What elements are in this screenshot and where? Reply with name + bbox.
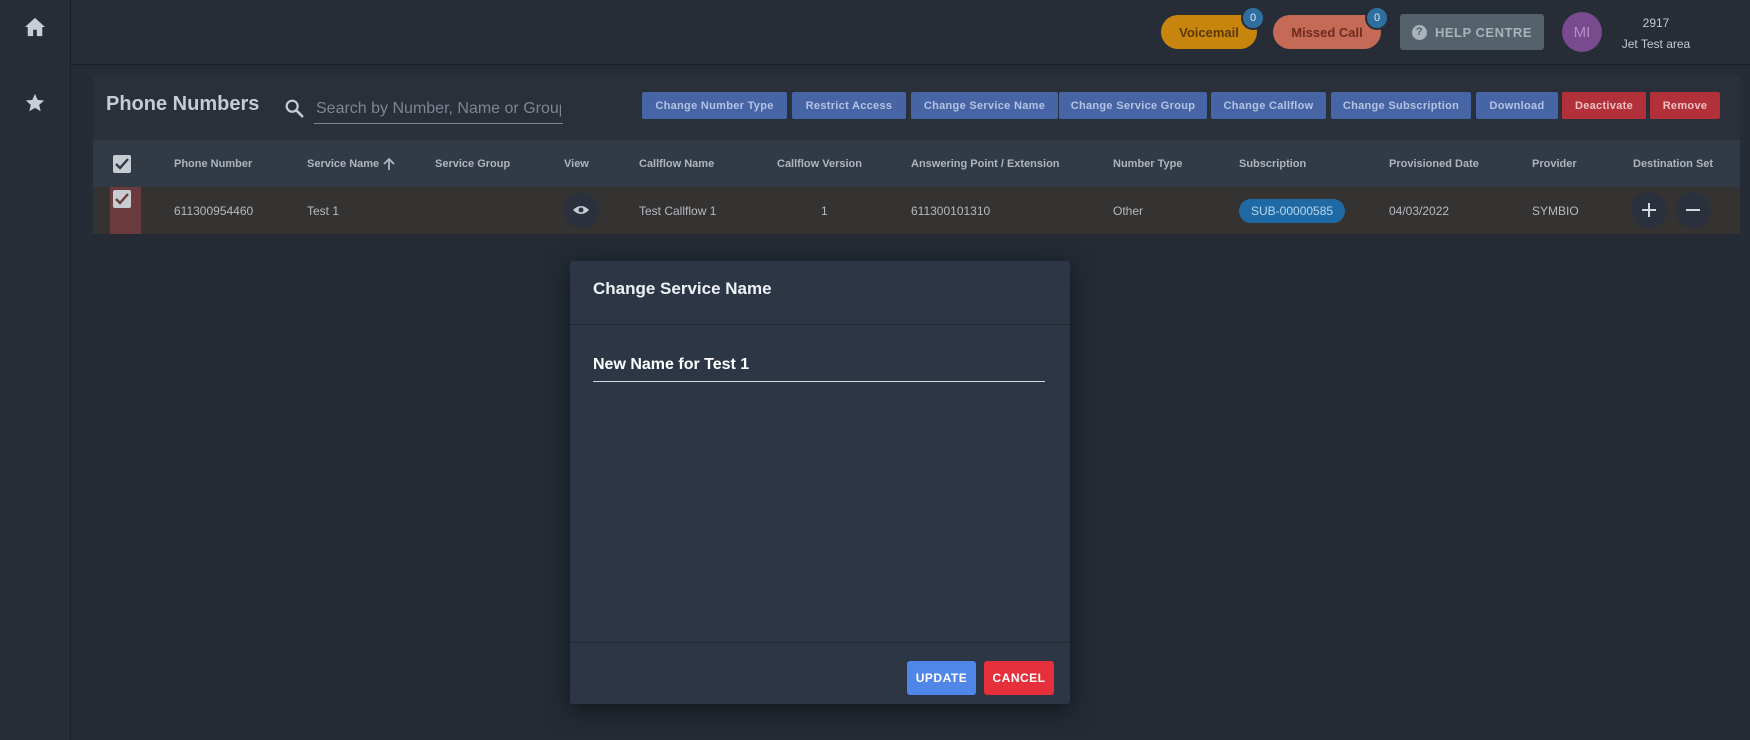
change-service-name-button[interactable]: Change Service Name <box>911 92 1058 119</box>
row-checkbox[interactable] <box>113 190 131 208</box>
column-header-answering-point[interactable]: Answering Point / Extension <box>911 140 1060 187</box>
account-number: 2917 <box>1642 16 1670 30</box>
divider <box>570 642 1070 643</box>
account-info: 2917 Jet Test area <box>1606 13 1706 55</box>
search-input[interactable] <box>314 95 563 124</box>
cell-phone-number: 611300954460 <box>174 203 254 218</box>
column-header-service-group[interactable]: Service Group <box>435 140 510 187</box>
voicemail-button[interactable]: Voicemail 0 <box>1161 6 1265 49</box>
arrow-up-icon <box>383 157 395 170</box>
add-destination-button[interactable] <box>1631 192 1667 228</box>
update-button[interactable]: UPDATE <box>907 661 976 695</box>
column-header-number-type[interactable]: Number Type <box>1113 140 1182 187</box>
cell-number-type: Other <box>1113 203 1144 218</box>
help-centre-label: HELP CENTRE <box>1435 24 1532 40</box>
deactivate-button[interactable]: Deactivate <box>1562 92 1646 119</box>
home-button[interactable] <box>20 12 50 42</box>
avatar[interactable]: MI <box>1562 12 1602 52</box>
column-header-phone-number[interactable]: Phone Number <box>174 140 252 187</box>
missed-call-count-badge: 0 <box>1365 6 1389 30</box>
cell-service-name: Test 1 <box>307 203 340 218</box>
search-icon <box>285 99 304 118</box>
column-header-destination-set[interactable]: Destination Set <box>1633 140 1713 187</box>
check-icon <box>115 193 129 205</box>
star-icon <box>25 93 45 112</box>
cell-answering-point: 611300101310 <box>911 203 991 218</box>
sidebar <box>0 0 71 740</box>
column-header-view[interactable]: View <box>564 140 589 187</box>
cell-callflow-name: Test Callflow 1 <box>639 203 717 218</box>
account-area: Jet Test area <box>1621 37 1691 51</box>
column-header-provider[interactable]: Provider <box>1532 140 1577 187</box>
cancel-button[interactable]: CANCEL <box>984 661 1054 695</box>
column-header-callflow-version[interactable]: Callflow Version <box>777 140 862 187</box>
subscription-chip[interactable]: SUB-00000585 <box>1239 198 1346 223</box>
new-service-name-input[interactable] <box>593 349 1045 382</box>
cell-provider: SYMBIO <box>1532 203 1579 218</box>
voicemail-count-badge: 0 <box>1241 6 1265 30</box>
eye-icon <box>573 206 589 214</box>
remove-destination-button[interactable] <box>1675 192 1711 228</box>
missed-call-label: Missed Call <box>1291 24 1363 40</box>
home-icon <box>25 17 45 37</box>
remove-button[interactable]: Remove <box>1650 92 1720 119</box>
cell-subscription: SUB-00000585 <box>1239 187 1346 234</box>
change-service-group-button[interactable]: Change Service Group <box>1059 92 1207 119</box>
cell-provisioned-date: 04/03/2022 <box>1389 203 1450 218</box>
voicemail-label: Voicemail <box>1179 24 1239 40</box>
favorites-button[interactable] <box>20 88 50 118</box>
column-header-label: Service Name <box>307 157 380 170</box>
plus-icon <box>1642 203 1656 217</box>
column-header-service-name[interactable]: Service Name <box>307 140 396 187</box>
column-header-subscription[interactable]: Subscription <box>1239 140 1306 187</box>
dialog-title: Change Service Name <box>593 279 772 298</box>
cell-callflow-version: 1 <box>821 203 828 218</box>
help-centre-button[interactable]: ? HELP CENTRE <box>1400 14 1544 50</box>
page-title: Phone Numbers <box>106 93 260 115</box>
download-button[interactable]: Download <box>1476 92 1558 119</box>
column-header-callflow-name[interactable]: Callflow Name <box>639 140 714 187</box>
change-subscription-button[interactable]: Change Subscription <box>1331 92 1471 119</box>
panel-header: Phone Numbers Change Number Type Restric… <box>93 75 1740 140</box>
divider <box>570 324 1070 325</box>
change-callflow-button[interactable]: Change Callflow <box>1211 92 1326 119</box>
top-bar: Voicemail 0 Missed Call 0 ? HELP CENTRE … <box>71 0 1750 65</box>
check-icon <box>115 158 129 170</box>
view-button[interactable] <box>563 192 599 228</box>
select-all-checkbox[interactable] <box>113 155 131 173</box>
change-service-name-dialog: Change Service Name UPDATE CANCEL <box>570 261 1070 704</box>
change-number-type-button[interactable]: Change Number Type <box>642 92 787 119</box>
minus-icon <box>1686 209 1700 211</box>
table-row[interactable]: 611300954460 Test 1 Test Callflow 1 1 61… <box>93 187 1740 234</box>
column-header-provisioned-date[interactable]: Provisioned Date <box>1389 140 1479 187</box>
missed-call-button[interactable]: Missed Call 0 <box>1273 6 1389 49</box>
table-header: Phone Number Service Name Service Group … <box>93 140 1740 187</box>
restrict-access-button[interactable]: Restrict Access <box>792 92 906 119</box>
question-circle-icon: ? <box>1412 24 1427 40</box>
